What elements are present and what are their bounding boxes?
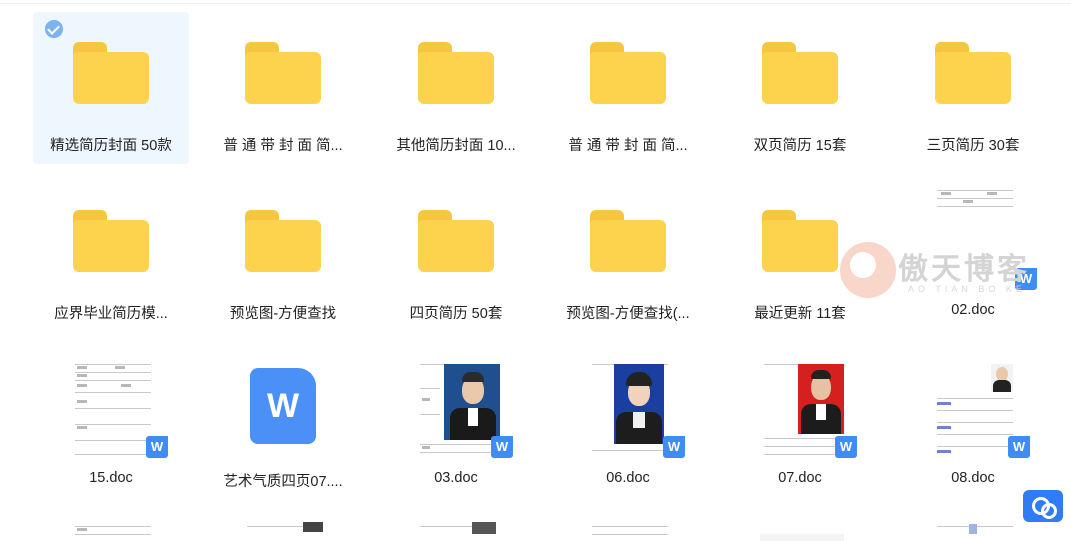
item-label: 艺术气质四页07.... <box>223 474 343 490</box>
doc-item[interactable]: W 艺术气质四页07.... <box>205 348 361 500</box>
doc-thumbnail <box>933 186 1017 212</box>
portrait-photo <box>798 364 844 434</box>
folder-icon <box>245 210 321 272</box>
folder-item[interactable]: 精选简历封面 50款 <box>33 12 189 164</box>
word-badge-icon: W <box>1015 268 1037 290</box>
folder-icon <box>762 42 838 104</box>
item-label: 普 通 带 封 面 简... <box>223 138 343 154</box>
doc-thumbnail <box>416 358 500 462</box>
item-label: 03.doc <box>434 470 478 486</box>
doc-thumbnail <box>933 358 1017 462</box>
folder-icon <box>762 210 838 272</box>
folder-item[interactable]: 预览图-方便查找(... <box>550 180 706 332</box>
doc-item[interactable]: W 07.doc <box>722 348 878 500</box>
item-label: 普 通 带 封 面 简... <box>568 138 688 154</box>
item-label: 预览图-方便查找 <box>229 306 337 322</box>
folder-item[interactable]: 最近更新 11套 <box>722 180 878 332</box>
doc-item[interactable] <box>550 516 706 541</box>
word-file-icon: W <box>250 368 316 444</box>
cloud-float-button[interactable] <box>1023 490 1063 522</box>
doc-item[interactable] <box>33 516 189 541</box>
folder-item[interactable]: 普 通 带 封 面 简... <box>205 12 361 164</box>
folder-item[interactable]: 普 通 带 封 面 简... <box>550 12 706 164</box>
folder-item[interactable]: 双页简历 15套 <box>722 12 878 164</box>
doc-item[interactable] <box>378 516 534 541</box>
item-label: 07.doc <box>778 470 822 486</box>
item-label: 02.doc <box>951 302 995 318</box>
portrait-photo <box>991 364 1013 392</box>
doc-item[interactable]: W 06.doc <box>550 348 706 500</box>
doc-item[interactable] <box>205 516 361 541</box>
doc-item[interactable]: W 08.doc <box>895 348 1051 500</box>
doc-thumbnail <box>933 520 1017 541</box>
word-badge-icon: W <box>663 436 685 458</box>
doc-thumbnail <box>71 520 155 541</box>
checkmark-icon[interactable] <box>45 20 63 38</box>
folder-icon <box>590 42 666 104</box>
folder-icon <box>418 210 494 272</box>
folder-icon <box>73 210 149 272</box>
item-label: 06.doc <box>606 470 650 486</box>
item-label: 四页简历 50套 <box>409 306 503 322</box>
item-label: 应界毕业简历模... <box>54 306 168 322</box>
word-badge-icon: W <box>491 436 513 458</box>
item-label: 精选简历封面 50款 <box>50 138 172 154</box>
doc-item[interactable]: W 15.doc <box>33 348 189 500</box>
doc-thumbnail <box>760 358 844 462</box>
doc-thumbnail <box>416 520 500 541</box>
file-grid: 精选简历封面 50款 普 通 带 封 面 简... 其他简历封面 10... 普… <box>0 0 1071 541</box>
folder-icon <box>73 42 149 104</box>
item-label: 预览图-方便查找(... <box>566 306 690 322</box>
doc-thumbnail <box>243 520 327 541</box>
doc-thumbnail <box>588 358 672 462</box>
item-label: 其他简历封面 10... <box>396 138 516 154</box>
folder-item[interactable]: 预览图-方便查找 <box>205 180 361 332</box>
folder-item[interactable]: 其他简历封面 10... <box>378 12 534 164</box>
doc-thumbnail <box>760 534 844 541</box>
portrait-photo <box>444 364 500 440</box>
folder-icon <box>245 42 321 104</box>
folder-icon <box>935 42 1011 104</box>
item-label: 三页简历 30套 <box>926 138 1020 154</box>
folder-item[interactable]: 三页简历 30套 <box>895 12 1051 164</box>
word-badge-icon: W <box>146 436 168 458</box>
folder-icon <box>418 42 494 104</box>
doc-item[interactable] <box>722 516 878 541</box>
doc-thumbnail <box>71 358 155 462</box>
folder-item[interactable]: 四页简历 50套 <box>378 180 534 332</box>
item-label: 08.doc <box>951 470 995 486</box>
doc-item[interactable]: W 02.doc <box>895 180 1051 332</box>
word-badge-icon: W <box>1008 436 1030 458</box>
folder-icon <box>590 210 666 272</box>
doc-item[interactable]: W 03.doc <box>378 348 534 500</box>
item-label: 15.doc <box>89 470 133 486</box>
portrait-photo <box>614 364 664 444</box>
doc-thumbnail <box>588 520 672 541</box>
item-label: 最近更新 11套 <box>754 306 846 322</box>
folder-item[interactable]: 应界毕业简历模... <box>33 180 189 332</box>
item-label: 双页简历 15套 <box>753 138 847 154</box>
word-badge-icon: W <box>835 436 857 458</box>
